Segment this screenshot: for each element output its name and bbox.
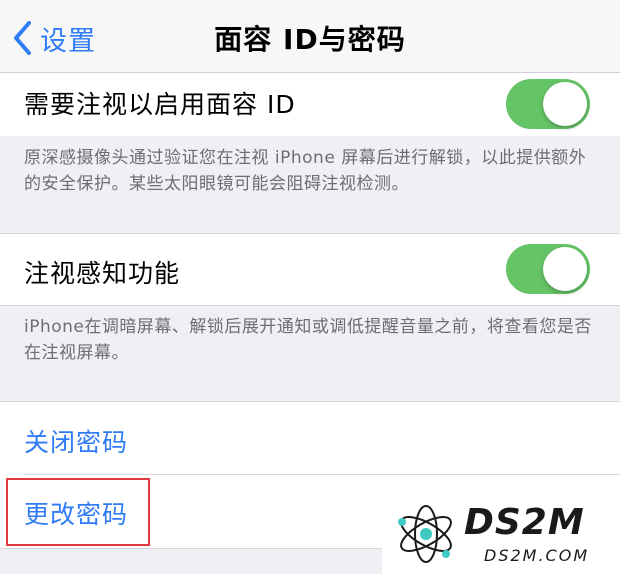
watermark-title: DS2M	[464, 502, 585, 543]
navigation-bar: 设置 面容 ID与密码	[0, 0, 620, 73]
attention-aware-footer: iPhone在调暗屏幕、解锁后展开通知或调低提醒音量之前，将查看您是否在注视屏幕…	[24, 317, 592, 363]
page-title: 面容 ID与密码	[214, 23, 406, 56]
attention-required-row: 需要注视以启用面容 ID	[0, 73, 620, 136]
attention-required-toggle[interactable]	[506, 79, 590, 129]
highlight-box	[6, 478, 150, 546]
attention-required-footer: 原深感摄像头通过验证您在注视 iPhone 屏幕后进行解锁，以此提供额外的安全保…	[24, 148, 587, 194]
watermark-subtitle: DS2M.COM	[484, 546, 590, 565]
attention-aware-row: 注视感知功能	[0, 233, 620, 306]
toggle-knob	[543, 82, 587, 126]
attention-aware-toggle[interactable]	[506, 244, 590, 294]
atom-logo-icon	[398, 505, 452, 563]
turn-passcode-off-button[interactable]: 关闭密码	[24, 423, 128, 459]
row-divider	[24, 474, 620, 475]
attention-required-label: 需要注视以启用面容 ID	[24, 90, 296, 119]
toggle-knob	[543, 247, 587, 291]
attention-aware-label: 注视感知功能	[24, 259, 181, 288]
watermark: DS2M DS2M.COM	[382, 496, 620, 574]
